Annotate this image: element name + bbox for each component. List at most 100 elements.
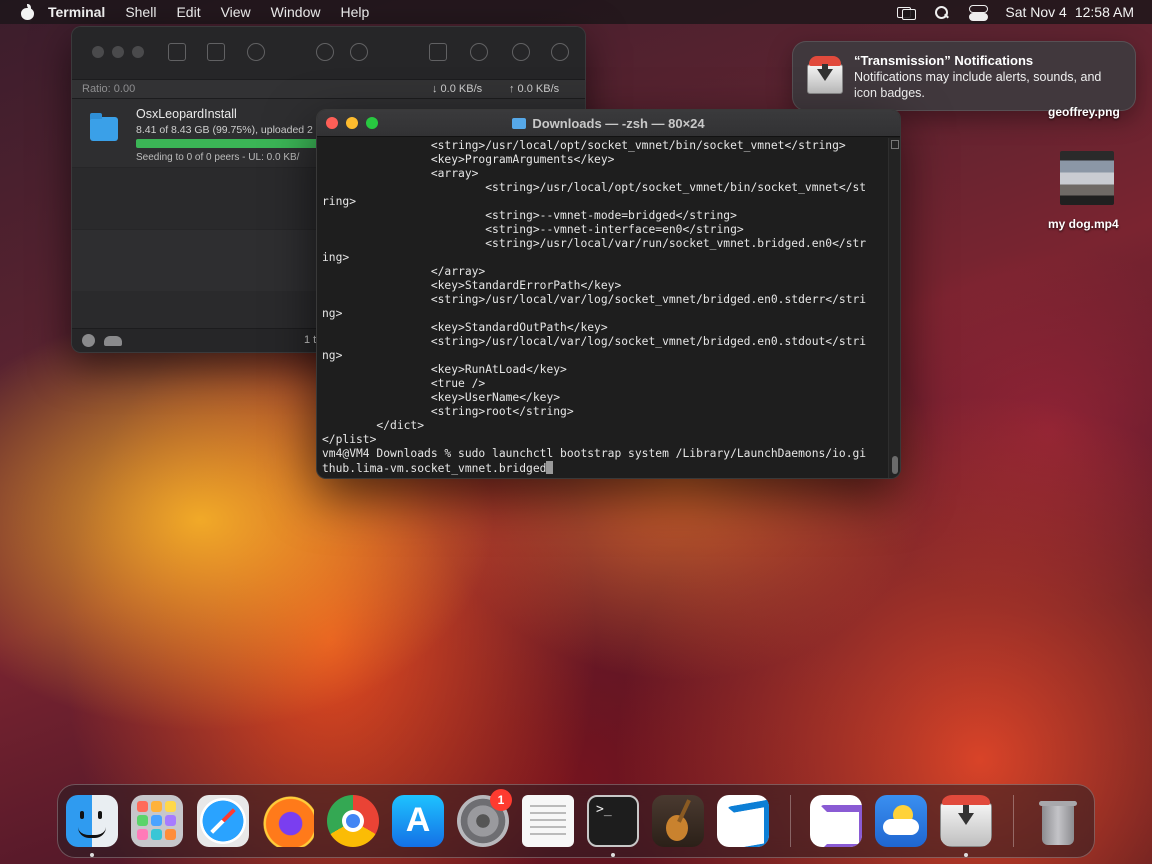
visual-studio-icon[interactable]: [810, 795, 862, 847]
download-rate: ↓ 0.0 KB/s: [432, 83, 483, 95]
textedit-icon[interactable]: [522, 795, 574, 847]
terminal-line: vm4@VM4 Downloads % sudo launchctl boots…: [322, 447, 867, 460]
video-thumbnail-icon[interactable]: [1060, 151, 1114, 205]
search-icon[interactable]: [512, 43, 530, 61]
notification-title: “Transmission” Notifications: [854, 53, 1034, 68]
desktop-file-label[interactable]: geoffrey.png: [1048, 105, 1120, 119]
share-icon[interactable]: [429, 43, 447, 61]
dock-separator: [790, 795, 791, 847]
launchpad-icon[interactable]: [131, 795, 183, 847]
terminal-line: <key>StandardOutPath</key>: [322, 321, 608, 334]
terminal-line: <true />: [322, 377, 486, 390]
terminal-window: Downloads — -zsh — 80×24 <string>/usr/lo…: [316, 109, 901, 479]
close-button[interactable]: [326, 117, 338, 129]
torrent-progress-text: 8.41 of 8.43 GB (99.75%), uploaded 2: [136, 124, 313, 136]
terminal-prompt-text: thub.lima-vm.socket_vmnet.bridged: [322, 462, 547, 475]
terminal-line: </dict>: [322, 419, 425, 432]
menu-window[interactable]: Window: [271, 4, 321, 20]
menu-app-name[interactable]: Terminal: [48, 4, 105, 20]
terminal-line: <string>root</string>: [322, 405, 574, 418]
terminal-line: ng>: [322, 307, 343, 320]
scroll-button[interactable]: [891, 140, 899, 149]
torrent-name: OsxLeopardInstall: [136, 107, 237, 121]
open-torrent-icon[interactable]: [168, 43, 186, 61]
terminal-title-bar[interactable]: Downloads — -zsh — 80×24: [317, 110, 900, 137]
menu-date[interactable]: Sat Nov 4: [1005, 4, 1066, 20]
open-folder-icon[interactable]: [207, 43, 225, 61]
folder-icon: [90, 113, 118, 141]
dock: [57, 784, 1095, 858]
terminal-line: <array>: [322, 167, 479, 180]
trash-icon[interactable]: [1032, 795, 1084, 847]
menu-bar: Terminal Shell Edit View Window Help Sat…: [0, 0, 1152, 24]
torrent-status: Seeding to 0 of 0 peers - UL: 0.0 KB/: [136, 152, 300, 163]
transmission-status-bar: Ratio: 0.00 ↓ 0.0 KB/s ↑ 0.0 KB/s: [72, 79, 585, 99]
notification-body: Notifications may include alerts, sounds…: [854, 70, 1102, 100]
terminal-line: </array>: [322, 265, 486, 278]
terminal-icon[interactable]: [587, 795, 639, 847]
text-cursor: [546, 461, 554, 474]
menu-time[interactable]: 12:58 AM: [1075, 4, 1134, 20]
transmission-app-icon: [807, 56, 843, 94]
firefox-icon[interactable]: [262, 795, 314, 847]
terminal-line: <string>--vmnet-mode=bridged</string>: [322, 209, 737, 222]
upload-rate: ↑ 0.0 KB/s: [509, 83, 560, 95]
menu-view[interactable]: View: [221, 4, 251, 20]
resume-icon[interactable]: [350, 43, 368, 61]
speed-limit-turtle-icon[interactable]: [104, 336, 122, 346]
menu-shell[interactable]: Shell: [125, 4, 156, 20]
transmission-icon[interactable]: [940, 795, 992, 847]
terminal-line: ring>: [322, 195, 357, 208]
running-indicator: [964, 853, 968, 857]
finder-icon[interactable]: [66, 795, 118, 847]
terminal-line: <key>ProgramArguments</key>: [322, 153, 615, 166]
terminal-line: ing>: [322, 251, 350, 264]
terminal-line: <key>StandardErrorPath</key>: [322, 279, 622, 292]
terminal-line: <string>/usr/local/var/log/socket_vmnet/…: [322, 335, 867, 348]
running-indicator: [611, 853, 615, 857]
zoom-button[interactable]: [132, 46, 144, 58]
quicklook-eye-icon[interactable]: [470, 43, 488, 61]
spotlight-search-icon[interactable]: [933, 5, 951, 19]
terminal-line: <string>--vmnet-interface=en0</string>: [322, 223, 744, 236]
notification-banner[interactable]: “Transmission” Notifications Notificatio…: [792, 41, 1136, 111]
terminal-scrollbar[interactable]: [888, 138, 900, 478]
terminal-line: <string>/usr/local/opt/socket_vmnet/bin/…: [322, 181, 867, 194]
terminal-line: <string>/usr/local/var/log/socket_vmnet/…: [322, 293, 867, 306]
screen-mirroring-icon[interactable]: [897, 5, 917, 20]
info-icon[interactable]: [551, 43, 569, 61]
control-center-icon[interactable]: [969, 5, 989, 21]
terminal-prompt-line: thub.lima-vm.socket_vmnet.bridged: [322, 461, 888, 476]
desktop-file-label[interactable]: my dog.mp4: [1048, 217, 1119, 231]
transmission-toolbar: [72, 27, 585, 79]
terminal-line: <key>UserName</key>: [322, 391, 561, 404]
apple-menu-icon[interactable]: [20, 4, 34, 20]
notification-badge: 1: [490, 789, 512, 811]
safari-icon[interactable]: [197, 795, 249, 847]
minimize-button[interactable]: [112, 46, 124, 58]
menu-help[interactable]: Help: [340, 4, 369, 20]
pause-icon[interactable]: [316, 43, 334, 61]
remove-icon[interactable]: [247, 43, 265, 61]
dock-separator: [1013, 795, 1014, 847]
scroll-thumb[interactable]: [892, 456, 898, 474]
action-menu-icon[interactable]: [82, 334, 95, 347]
terminal-line: ng>: [322, 349, 343, 362]
app-store-icon[interactable]: [392, 795, 444, 847]
chrome-icon[interactable]: [327, 795, 379, 847]
garageband-icon[interactable]: [652, 795, 704, 847]
terminal-output[interactable]: <string>/usr/local/opt/socket_vmnet/bin/…: [317, 138, 888, 478]
torrent-count: 1 t: [304, 334, 317, 346]
zoom-button[interactable]: [366, 117, 378, 129]
vscode-icon[interactable]: [717, 795, 769, 847]
menu-edit[interactable]: Edit: [176, 4, 200, 20]
terminal-line: </plist>: [322, 433, 377, 446]
running-indicator: [90, 853, 94, 857]
terminal-line: <string>/usr/local/var/run/socket_vmnet.…: [322, 237, 867, 250]
folder-icon: [512, 117, 527, 129]
weather-icon[interactable]: [875, 795, 927, 847]
ratio-label[interactable]: Ratio: 0.00: [82, 83, 135, 95]
minimize-button[interactable]: [346, 117, 358, 129]
terminal-line: <key>RunAtLoad</key>: [322, 363, 567, 376]
close-button[interactable]: [92, 46, 104, 58]
